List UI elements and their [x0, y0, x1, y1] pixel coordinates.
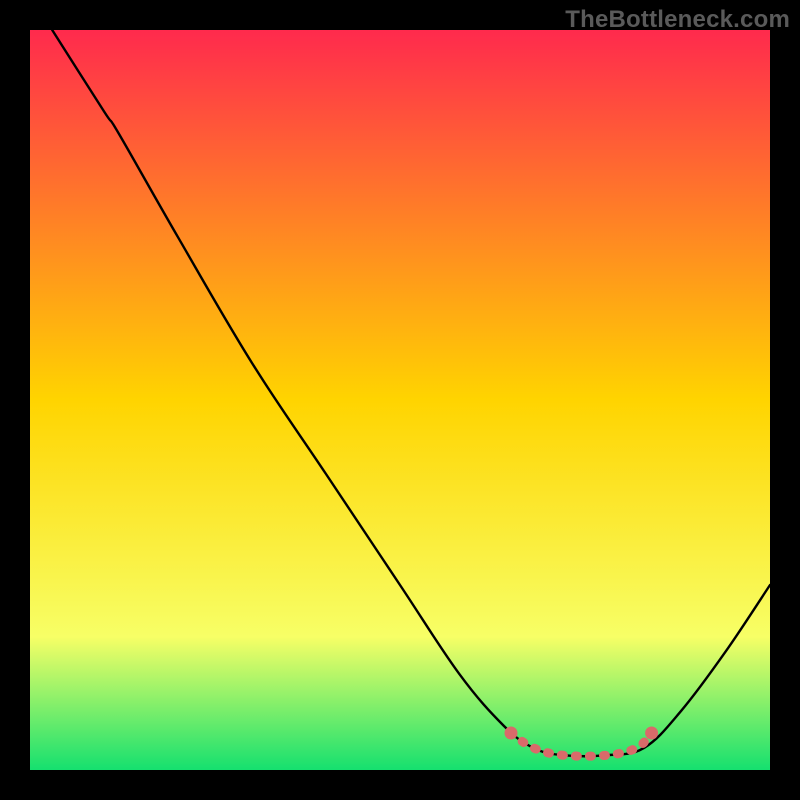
chart-frame: TheBottleneck.com [0, 0, 800, 800]
plot-area [30, 30, 770, 770]
chart-svg [30, 30, 770, 770]
optimal-range-endpoint [645, 727, 658, 740]
gradient-background [30, 30, 770, 770]
optimal-range-endpoint [505, 727, 518, 740]
watermark-text: TheBottleneck.com [565, 6, 790, 34]
